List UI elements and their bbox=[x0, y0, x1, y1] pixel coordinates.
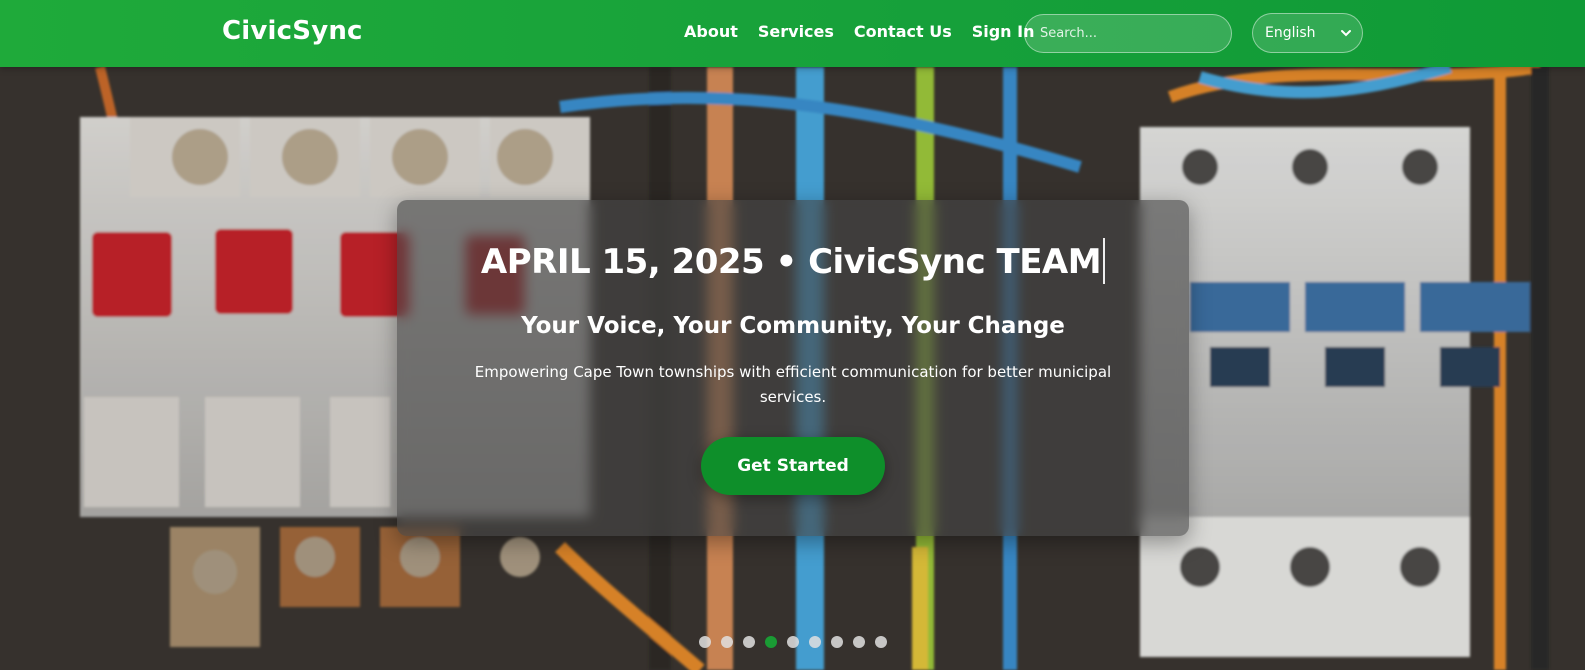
search-input[interactable] bbox=[1024, 14, 1232, 53]
carousel-dot[interactable] bbox=[765, 636, 777, 648]
carousel-dot[interactable] bbox=[721, 636, 733, 648]
carousel-indicators bbox=[699, 636, 887, 648]
top-navbar: CivicSync About Services Contact Us Sign… bbox=[0, 0, 1585, 67]
chevron-down-icon bbox=[1341, 30, 1351, 37]
carousel-dot[interactable] bbox=[743, 636, 755, 648]
carousel-dot[interactable] bbox=[831, 636, 843, 648]
get-started-button[interactable]: Get Started bbox=[701, 437, 885, 495]
hero-description: Empowering Cape Town townships with effi… bbox=[474, 363, 1112, 406]
carousel-dot[interactable] bbox=[853, 636, 865, 648]
typing-caret bbox=[1103, 237, 1106, 284]
hero-card: APRIL 15, 2025 • CivicSync TEAM Your Voi… bbox=[397, 200, 1189, 536]
carousel-dot[interactable] bbox=[787, 636, 799, 648]
nav-contact-link[interactable]: Contact Us bbox=[854, 22, 952, 41]
hero-headline: APRIL 15, 2025 • CivicSync TEAM bbox=[397, 237, 1189, 284]
nav-services-link[interactable]: Services bbox=[758, 22, 834, 41]
carousel-dot[interactable] bbox=[875, 636, 887, 648]
nav-about-link[interactable]: About bbox=[684, 22, 738, 41]
hero-subtitle: Your Voice, Your Community, Your Change bbox=[521, 313, 1065, 339]
carousel-dot[interactable] bbox=[809, 636, 821, 648]
carousel-dot[interactable] bbox=[699, 636, 711, 648]
main-nav: About Services Contact Us Sign In bbox=[684, 22, 1034, 41]
brand-logo[interactable]: CivicSync bbox=[222, 16, 363, 46]
hero-headline-text: APRIL 15, 2025 • CivicSync TEAM bbox=[480, 242, 1102, 282]
language-select[interactable]: English bbox=[1252, 13, 1363, 53]
language-select-value: English bbox=[1265, 25, 1316, 41]
